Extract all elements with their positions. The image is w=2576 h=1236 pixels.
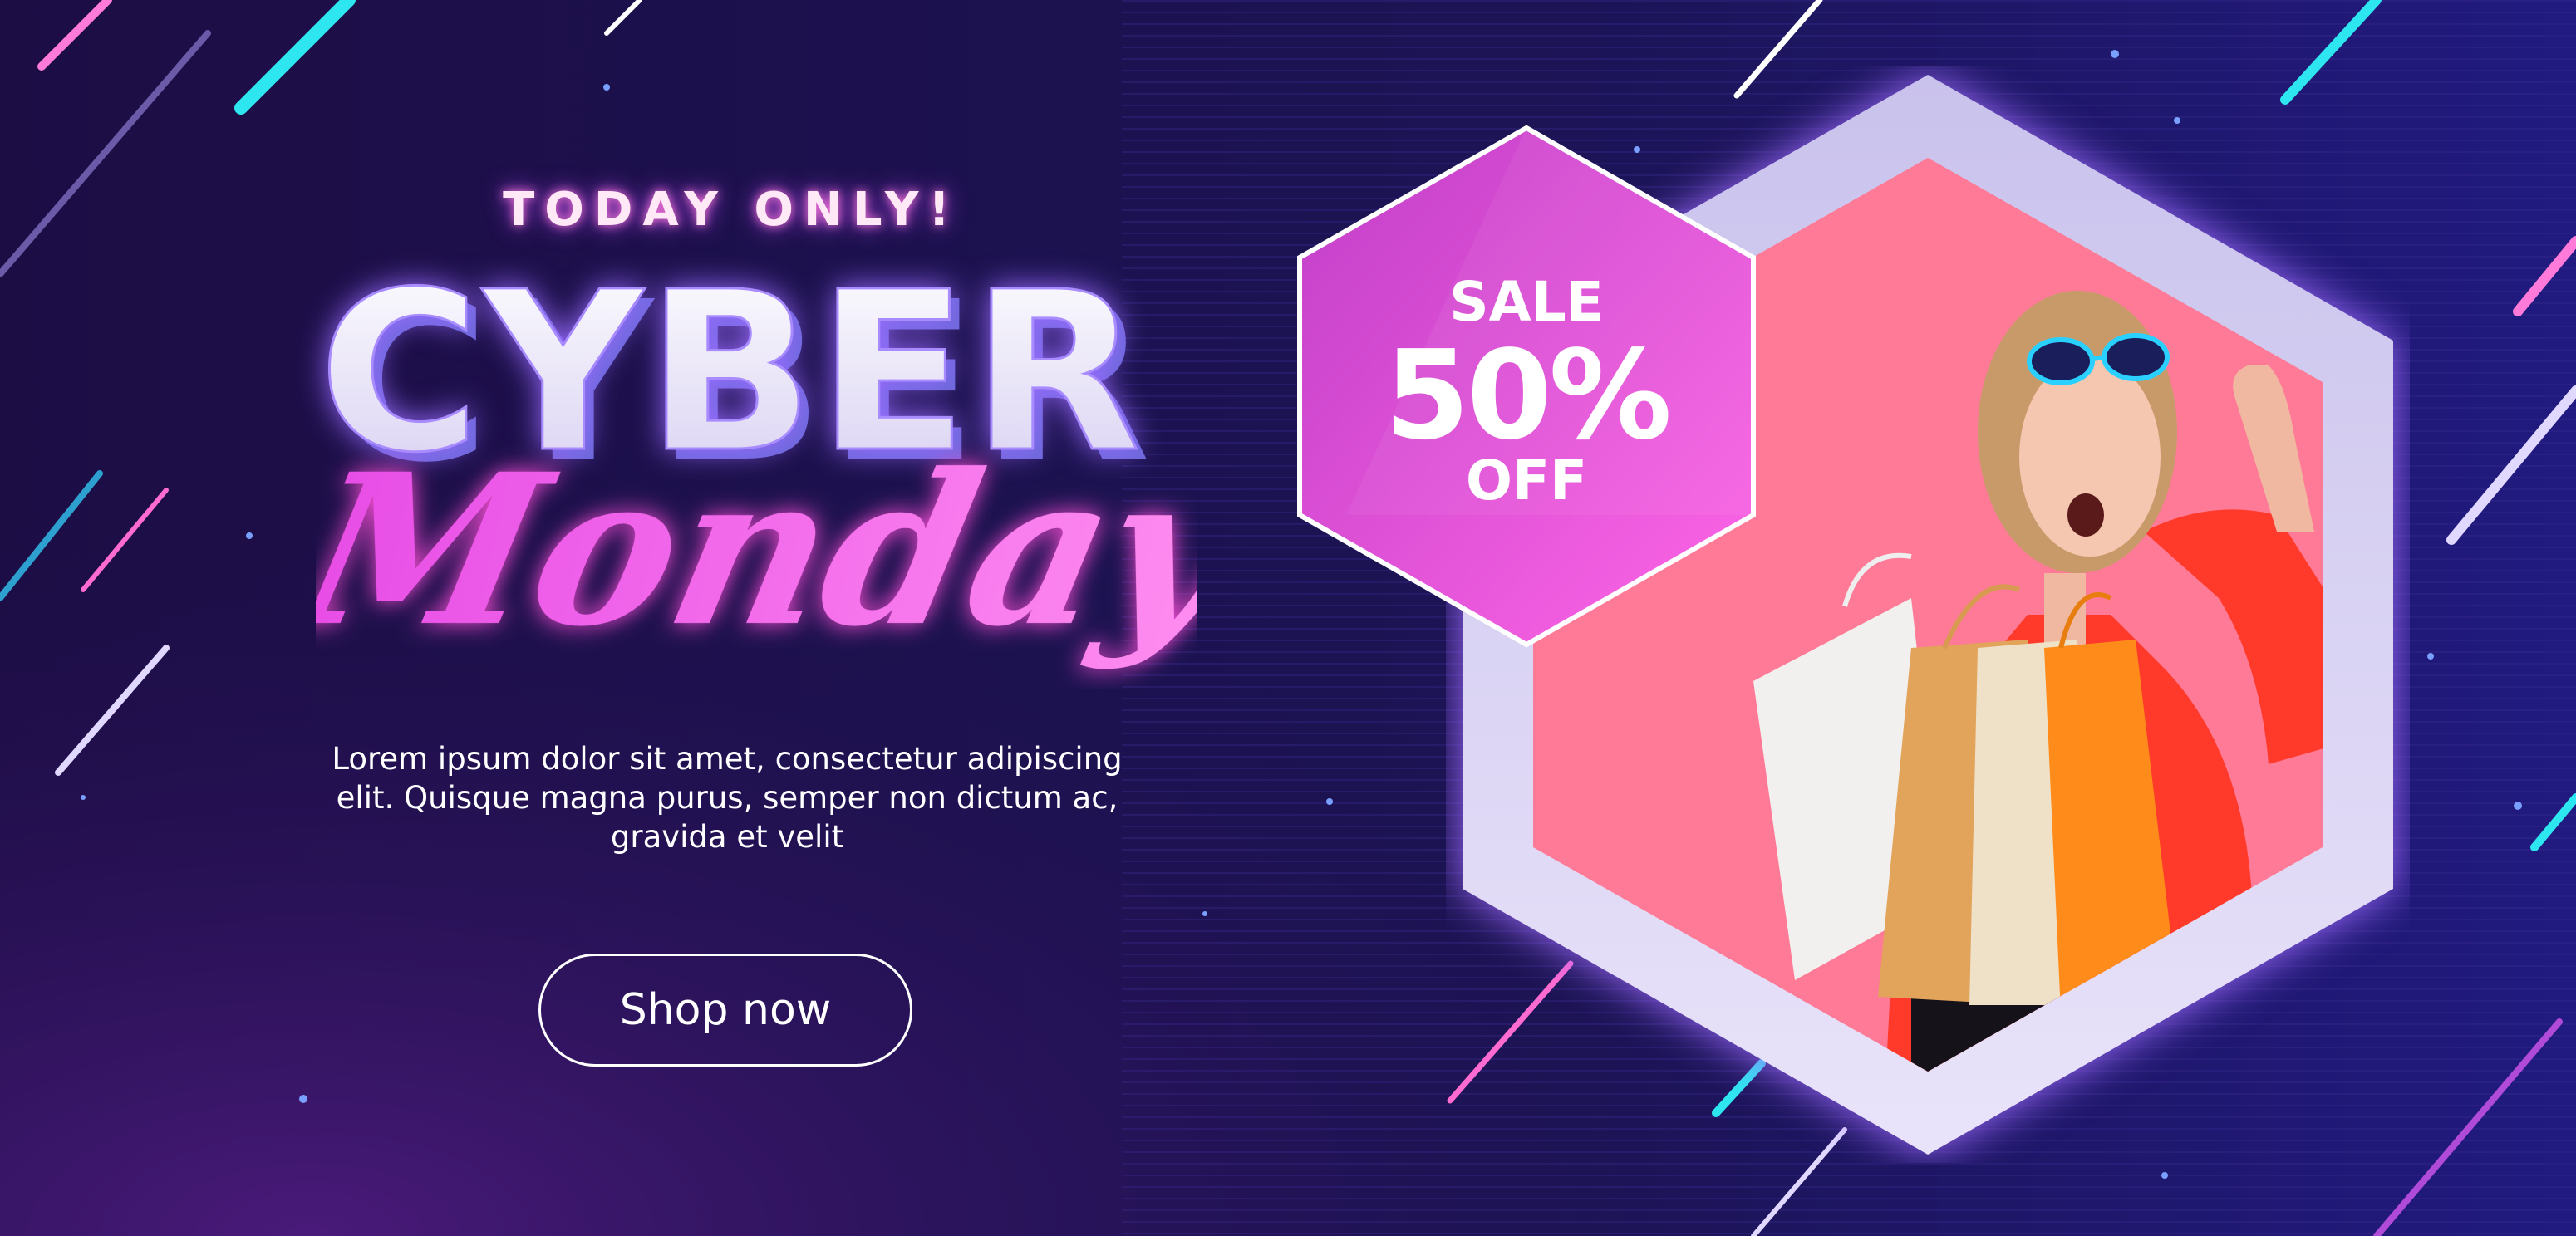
off-label: OFF [1465, 449, 1588, 513]
description-text: Lorem ipsum dolor sit amet, consectetur … [332, 741, 1123, 855]
monday-script-headline: Monday [316, 429, 1197, 673]
shop-now-button[interactable]: Shop now [538, 954, 912, 1067]
discount-percent: 50% [1384, 324, 1672, 467]
today-only-kicker: TODAY ONLY! [503, 183, 960, 237]
svg-text:Monday: Monday [316, 429, 1197, 673]
cyber-monday-banner: TODAY ONLY! CYBER CYBER Monday Lorem ips… [0, 0, 2576, 1236]
